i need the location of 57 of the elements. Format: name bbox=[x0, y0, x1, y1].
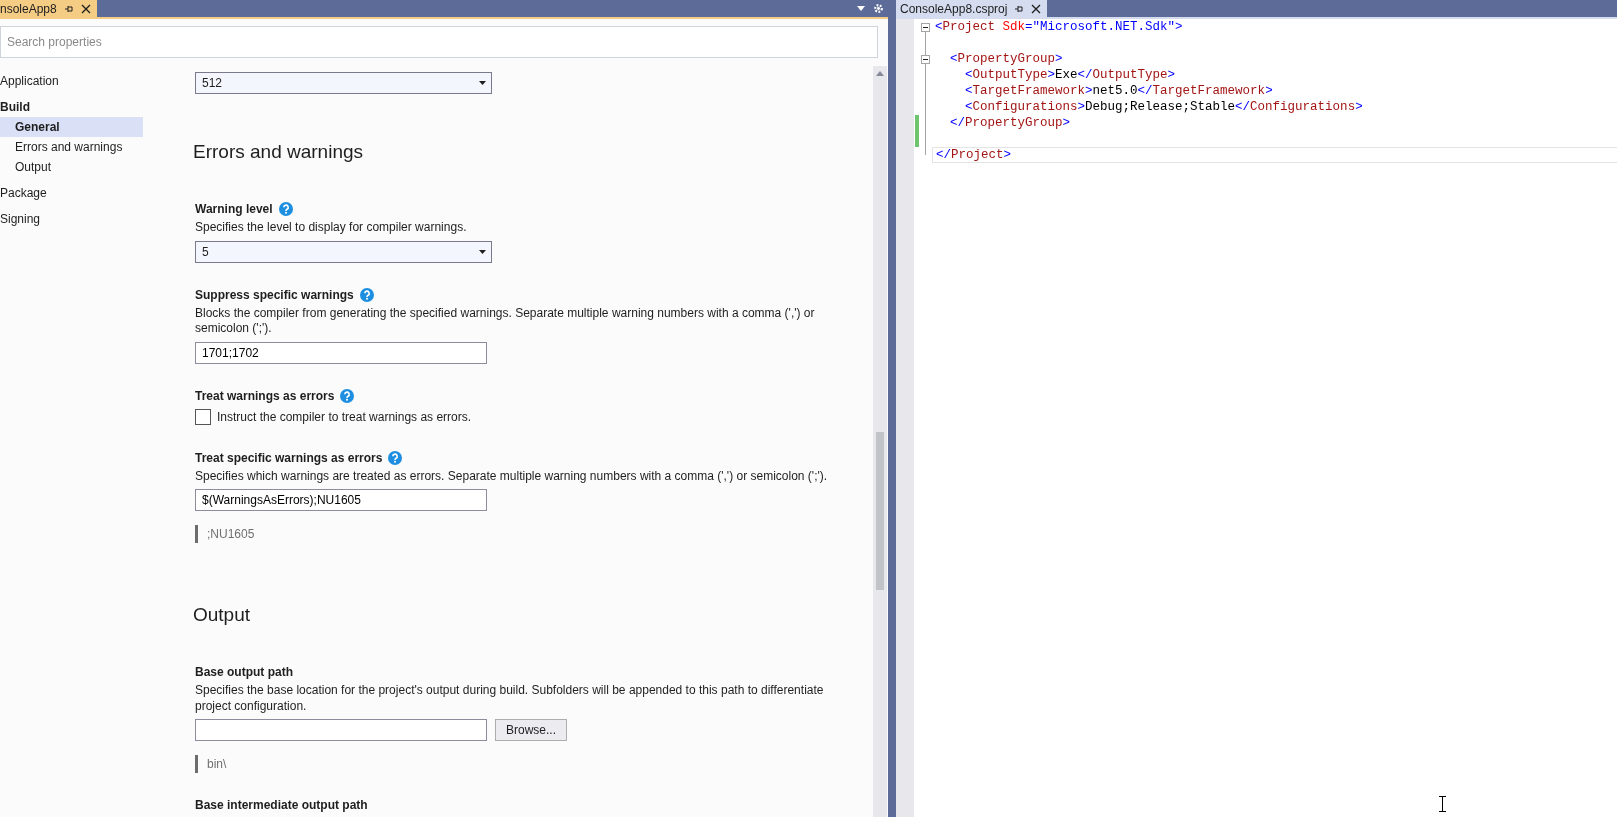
search-field[interactable]: Search properties bbox=[0, 26, 878, 58]
inherited-value-hint: bin\ bbox=[195, 755, 227, 773]
document-tab[interactable]: ConsoleApp8.csproj bbox=[896, 0, 1048, 17]
scroll-thumb[interactable] bbox=[876, 432, 884, 590]
setting-description: Specifies which warnings are treated as errors. Separate multiple warning numbers with a comma (',') or semicolon (';'). bbox=[195, 468, 829, 484]
setting-label: Warning level bbox=[195, 202, 273, 216]
pin-icon[interactable] bbox=[1014, 3, 1025, 14]
code-line: <Configurations>Debug;Release;Stable</Configurations> bbox=[964, 99, 1364, 115]
close-icon[interactable] bbox=[1031, 3, 1042, 14]
text-field[interactable]: 1701;1702 bbox=[195, 341, 487, 364]
inherited-value-hint: ;NU1605 bbox=[195, 525, 255, 543]
code-line: </PropertyGroup> bbox=[949, 115, 1072, 131]
caret-icon[interactable] bbox=[479, 81, 486, 85]
setting-description: Specifies the level to display for compiler warnings. bbox=[195, 220, 468, 236]
sidebar-item[interactable]: Signing bbox=[0, 209, 143, 229]
sidebar-item[interactable]: Output bbox=[0, 157, 143, 177]
sidebar-item[interactable]: Application bbox=[0, 71, 143, 91]
dropdown[interactable]: 5 bbox=[195, 240, 492, 263]
setting-description: Blocks the compiler from generating the specified warnings. Separate multiple warning numbers with a comma (',') or semicolon (';'). bbox=[195, 305, 816, 337]
help-icon[interactable] bbox=[340, 388, 355, 403]
code-line: </Project> bbox=[932, 147, 1617, 163]
close-icon[interactable] bbox=[80, 3, 91, 14]
scroll-up-icon[interactable] bbox=[876, 71, 884, 76]
setting-label: Base output path bbox=[195, 665, 293, 679]
sidebar-item[interactable]: General bbox=[0, 117, 143, 137]
settings-icon[interactable] bbox=[873, 3, 884, 14]
text-field[interactable]: $(WarningsAsErrors);NU1605 bbox=[195, 489, 487, 511]
help-icon[interactable] bbox=[359, 287, 374, 302]
section-heading: Errors and warnings bbox=[193, 140, 365, 164]
code-line: <OutputType>Exe</OutputType> bbox=[964, 67, 1177, 83]
setting-description: Specifies the base location for the project's output during build. Subfolders will be appended to this path to differentiate project configuration. bbox=[195, 683, 825, 714]
document-tab[interactable]: nsoleApp8 bbox=[0, 0, 97, 17]
setting-label: Base intermediate output path bbox=[195, 798, 368, 812]
text-field[interactable] bbox=[195, 719, 487, 741]
pin-icon[interactable] bbox=[63, 3, 74, 14]
help-icon[interactable] bbox=[278, 202, 293, 216]
code-line: <PropertyGroup> bbox=[949, 51, 1064, 67]
code-line: <Project Sdk="Microsoft.NET.Sdk"> bbox=[934, 19, 1184, 35]
checkbox-label: Instruct the compiler to treat warnings as errors. bbox=[217, 409, 472, 424]
sidebar-item[interactable]: Errors and warnings bbox=[0, 137, 143, 157]
help-icon[interactable] bbox=[388, 450, 403, 465]
setting-label: Suppress specific warnings bbox=[195, 287, 354, 302]
section-heading: Output bbox=[193, 603, 252, 627]
setting-label: Treat warnings as errors bbox=[195, 388, 335, 403]
checkbox[interactable] bbox=[195, 408, 211, 425]
text-cursor-icon bbox=[1438, 796, 1447, 812]
collapse-icon[interactable] bbox=[921, 23, 930, 32]
dropdown-icon[interactable] bbox=[857, 6, 865, 11]
caret-icon[interactable] bbox=[479, 249, 486, 254]
scrollbar[interactable] bbox=[873, 66, 887, 817]
sidebar-item[interactable]: Package bbox=[0, 183, 143, 203]
code-line: <TargetFramework>net5.0</TargetFramework> bbox=[964, 83, 1274, 99]
collapse-icon[interactable] bbox=[921, 55, 930, 64]
dropdown[interactable]: 512 bbox=[195, 72, 492, 94]
browse-button[interactable]: Browse... bbox=[495, 719, 567, 741]
sidebar-item[interactable]: Build bbox=[0, 97, 143, 117]
setting-label: Treat specific warnings as errors bbox=[195, 450, 383, 465]
